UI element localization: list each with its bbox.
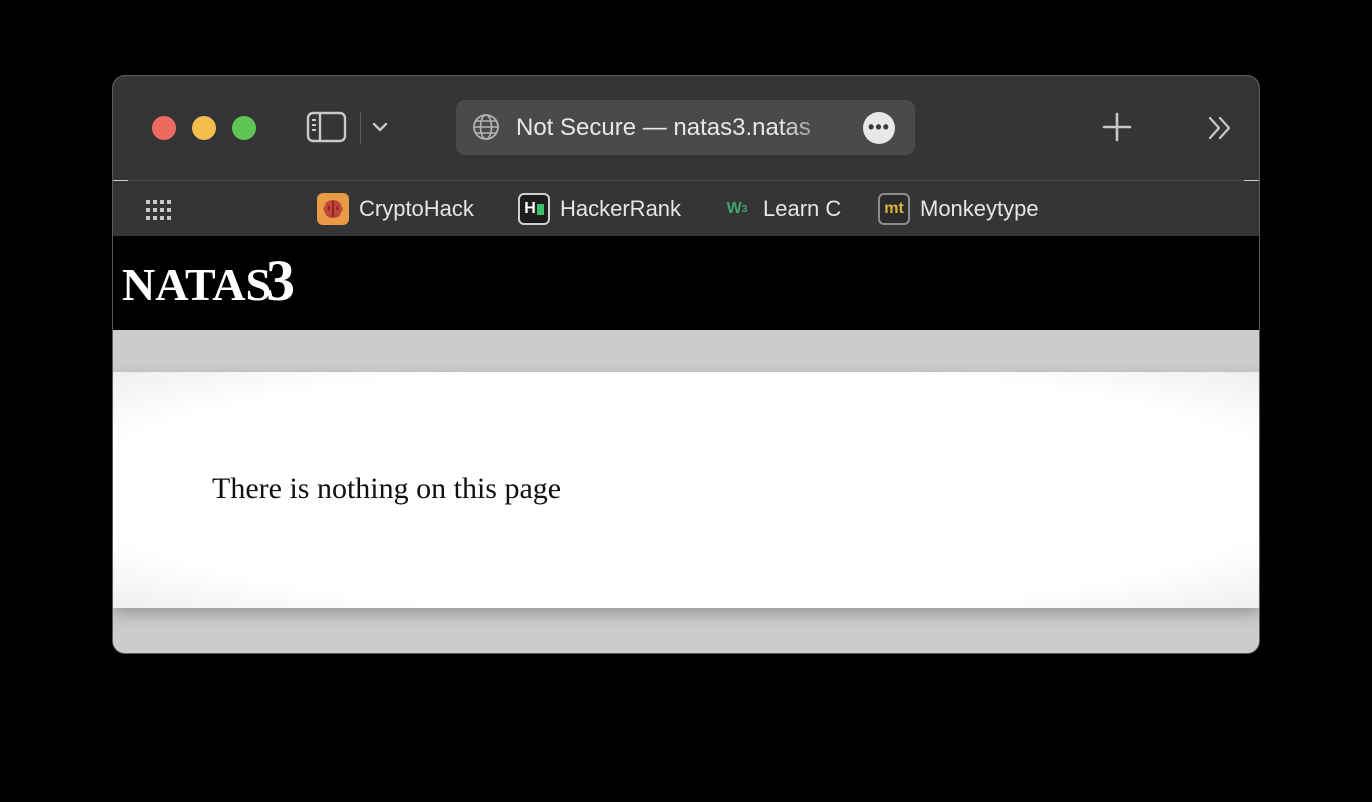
browser-toolbar: Not Secure — natas3.natas •••	[113, 76, 1259, 180]
brain-icon	[317, 193, 349, 225]
w3schools-icon: W3	[726, 200, 748, 217]
content-text: There is nothing on this page	[212, 472, 562, 505]
address-bar[interactable]: Not Secure — natas3.natas •••	[456, 100, 915, 155]
bookmark-monkeytype[interactable]: mt Monkeytype	[878, 192, 1039, 226]
bookmark-learn-c[interactable]: W3 Learn C	[721, 192, 842, 226]
chevron-down-icon[interactable]	[371, 118, 389, 136]
double-chevron-right-icon[interactable]	[1206, 114, 1234, 142]
address-text[interactable]: Not Secure — natas3.natas	[516, 114, 846, 142]
monkeytype-icon: mt	[878, 193, 910, 225]
bookmark-hackerrank[interactable]: H HackerRank	[518, 192, 681, 226]
sidebar-toggle-icon[interactable]	[306, 111, 348, 143]
apps-grid-icon[interactable]	[145, 197, 171, 223]
page-header: NATAS 3	[113, 236, 1259, 330]
globe-icon	[472, 113, 500, 141]
zoom-window-button[interactable]	[232, 116, 256, 140]
browser-window: Not Secure — natas3.natas ••• CryptoHack…	[113, 76, 1259, 653]
hackerrank-green-block	[536, 203, 544, 215]
hackerrank-icon: H	[518, 193, 550, 225]
new-tab-icon[interactable]	[1101, 111, 1133, 143]
bookmark-cryptohack[interactable]: CryptoHack	[317, 192, 474, 226]
bookmark-label: Monkeytype	[920, 196, 1039, 221]
bookmark-label: CryptoHack	[359, 196, 474, 221]
w3schools-glyph: W	[726, 200, 742, 217]
page-title: NATAS	[122, 259, 272, 310]
level-number: 3	[266, 248, 295, 313]
content-panel: There is nothing on this page	[113, 372, 1259, 608]
bookmarks-bar: CryptoHack H HackerRank W3 Learn C mt Mo…	[113, 181, 1259, 236]
toolbar-divider	[360, 112, 361, 144]
hackerrank-glyph: H	[524, 200, 536, 217]
bookmark-label: Learn C	[763, 196, 842, 221]
web-page: NATAS 3 There is nothing on this page	[113, 236, 1259, 653]
close-window-button[interactable]	[152, 116, 176, 140]
bookmark-label: HackerRank	[560, 196, 682, 221]
minimize-window-button[interactable]	[192, 116, 216, 140]
more-options-icon[interactable]: •••	[863, 112, 895, 144]
